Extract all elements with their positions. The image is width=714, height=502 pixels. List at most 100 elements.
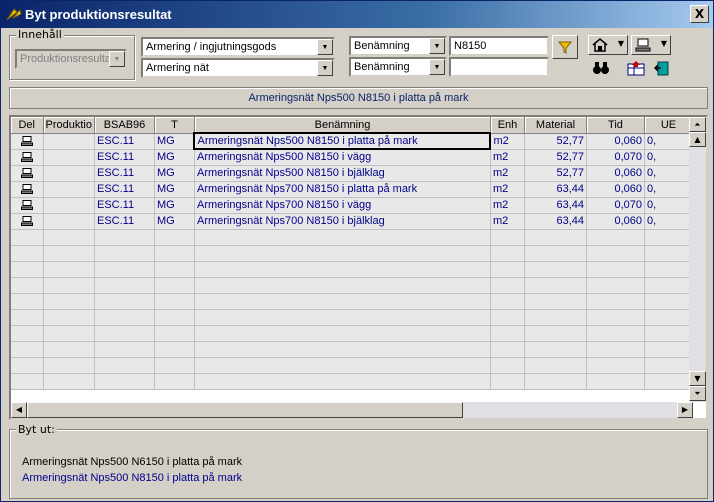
scroll-up-button[interactable]: ▲ [689, 132, 706, 147]
cell-ue[interactable]: 0, [644, 181, 693, 198]
cell-t[interactable]: MG [154, 213, 195, 230]
home-dropdown-button[interactable]: ▼ [588, 35, 628, 55]
cell-t[interactable]: MG [154, 181, 195, 198]
cell-enh[interactable]: m2 [490, 197, 525, 214]
cell-produktion[interactable] [43, 197, 95, 214]
cell-material[interactable]: 63,44 [524, 213, 587, 230]
results-grid[interactable]: Del Produktio BSAB96 T Benämning Enh Mat… [9, 115, 708, 420]
cell-benamning[interactable]: Armeringsnät Nps700 N8150 i vägg [194, 197, 491, 214]
chevron-down-icon[interactable]: ▼ [317, 39, 333, 55]
cell-ue[interactable]: 0, [644, 165, 693, 182]
cell-bsab[interactable]: ESC.11 [94, 133, 155, 150]
cell-tid[interactable]: 0,060 [586, 165, 645, 182]
search-field1-select[interactable]: Benämning ▼ [349, 36, 447, 56]
cell-benamning[interactable]: Armeringsnät Nps500 N8150 i bjälklag [194, 165, 491, 182]
cell-ue[interactable]: 0, [644, 133, 693, 150]
scroll-bottom-button[interactable]: ⏷ [689, 386, 706, 401]
table-row[interactable]: ESC.11 MG Armeringsnät Nps700 N8150 i bjäl… [11, 213, 693, 230]
column-header-ue[interactable]: UE [644, 117, 693, 134]
computer-icon[interactable] [11, 149, 44, 166]
cell-tid[interactable]: 0,060 [586, 133, 645, 150]
column-header-t[interactable]: T [154, 117, 195, 134]
category2-select[interactable]: Armering nät ▼ [141, 58, 335, 78]
column-header-tid[interactable]: Tid [586, 117, 645, 134]
search-input1[interactable]: N8150 [449, 36, 549, 56]
cell-enh[interactable]: m2 [490, 181, 525, 198]
chevron-down-icon[interactable]: ▼ [317, 60, 333, 76]
cell-ue[interactable]: 0, [644, 197, 693, 214]
cell-enh[interactable]: m2 [490, 165, 525, 182]
search-input2[interactable] [449, 57, 549, 77]
filter-button[interactable] [552, 35, 578, 59]
cell-material[interactable]: 52,77 [524, 149, 587, 166]
cell-bsab[interactable]: ESC.11 [94, 181, 155, 198]
cell-produktion[interactable] [43, 213, 95, 230]
table-row[interactable]: ESC.11 MG Armeringsnät Nps700 N8150 i plat… [11, 181, 693, 198]
table-row[interactable]: ESC.11 MG Armeringsnät Nps700 N8150 i vägg… [11, 197, 693, 214]
cell-t[interactable]: MG [154, 149, 195, 166]
horizontal-scrollbar[interactable]: ◀ ▶ [11, 402, 693, 418]
computer-icon[interactable] [11, 213, 44, 230]
cell-benamning[interactable]: Armeringsnät Nps700 N8150 i bjälklag [194, 213, 491, 230]
column-header-benamning[interactable]: Benämning [194, 117, 491, 134]
export-table-button[interactable] [625, 59, 647, 79]
computer-icon[interactable] [11, 181, 44, 198]
empty-cell [43, 229, 95, 246]
binoculars-button[interactable] [590, 59, 612, 79]
scroll-down-button[interactable]: ▼ [689, 371, 706, 386]
table-row[interactable]: ESC.11 MG Armeringsnät Nps500 N8150 i plat… [11, 132, 693, 150]
scroll-right-button[interactable]: ▶ [677, 402, 693, 418]
cell-bsab[interactable]: ESC.11 [94, 165, 155, 182]
cell-benamning[interactable]: Armeringsnät Nps500 N8150 i vägg [194, 149, 491, 166]
cell-t[interactable]: MG [154, 197, 195, 214]
cell-enh[interactable]: m2 [490, 149, 525, 166]
cell-enh[interactable]: m2 [490, 133, 525, 150]
cell-benamning[interactable]: Armeringsnät Nps500 N8150 i platta på ma… [193, 132, 492, 150]
column-header-material[interactable]: Material [524, 117, 587, 134]
search-field2-select[interactable]: Benämning ▼ [349, 57, 447, 77]
cell-tid[interactable]: 0,060 [586, 181, 645, 198]
cell-produktion[interactable] [43, 165, 95, 182]
column-header-enh[interactable]: Enh [490, 117, 525, 134]
category1-select[interactable]: Armering / ingjutningsgods ▼ [141, 37, 335, 57]
empty-row [11, 373, 693, 390]
cell-enh[interactable]: m2 [490, 213, 525, 230]
cell-t[interactable]: MG [154, 165, 195, 182]
cell-bsab[interactable]: ESC.11 [94, 149, 155, 166]
cell-produktion[interactable] [43, 149, 95, 166]
computer-icon[interactable] [11, 133, 44, 150]
empty-cell [154, 245, 195, 262]
close-button[interactable]: X [690, 5, 709, 23]
exit-button[interactable] [652, 59, 674, 79]
cell-bsab[interactable]: ESC.11 [94, 197, 155, 214]
table-row[interactable]: ESC.11 MG Armeringsnät Nps500 N8150 i bjäl… [11, 165, 693, 182]
cell-ue[interactable]: 0, [644, 149, 693, 166]
chevron-down-icon[interactable]: ▼ [429, 38, 445, 54]
vertical-scrollbar[interactable]: ⏶ ▲ ▼ ⏷ [689, 117, 706, 402]
cell-benamning[interactable]: Armeringsnät Nps700 N8150 i platta på ma… [194, 181, 491, 198]
column-header-bsab96[interactable]: BSAB96 [94, 117, 155, 134]
scroll-top-button[interactable]: ⏶ [689, 117, 706, 132]
horizontal-scroll-thumb[interactable] [27, 402, 463, 418]
cell-material[interactable]: 52,77 [524, 133, 587, 150]
cell-material[interactable]: 63,44 [524, 197, 587, 214]
cell-tid[interactable]: 0,070 [586, 197, 645, 214]
computer-icon[interactable] [11, 165, 44, 182]
cell-produktion[interactable] [43, 181, 95, 198]
chevron-down-icon[interactable]: ▼ [429, 59, 445, 75]
computer-icon[interactable] [11, 197, 44, 214]
cell-material[interactable]: 63,44 [524, 181, 587, 198]
cell-tid[interactable]: 0,070 [586, 149, 645, 166]
cell-tid[interactable]: 0,060 [586, 213, 645, 230]
title-bar[interactable]: Byt produktionsresultat X [1, 1, 713, 28]
cell-t[interactable]: MG [154, 133, 195, 150]
cell-produktion[interactable] [43, 133, 95, 150]
scroll-left-button[interactable]: ◀ [11, 402, 27, 418]
cell-ue[interactable]: 0, [644, 213, 693, 230]
cell-bsab[interactable]: ESC.11 [94, 213, 155, 230]
table-row[interactable]: ESC.11 MG Armeringsnät Nps500 N8150 i vägg… [11, 149, 693, 166]
cell-material[interactable]: 52,77 [524, 165, 587, 182]
computer-dropdown-button[interactable]: ▼ [631, 35, 671, 55]
column-header-del[interactable]: Del [11, 117, 44, 134]
column-header-produktion[interactable]: Produktio [43, 117, 95, 134]
